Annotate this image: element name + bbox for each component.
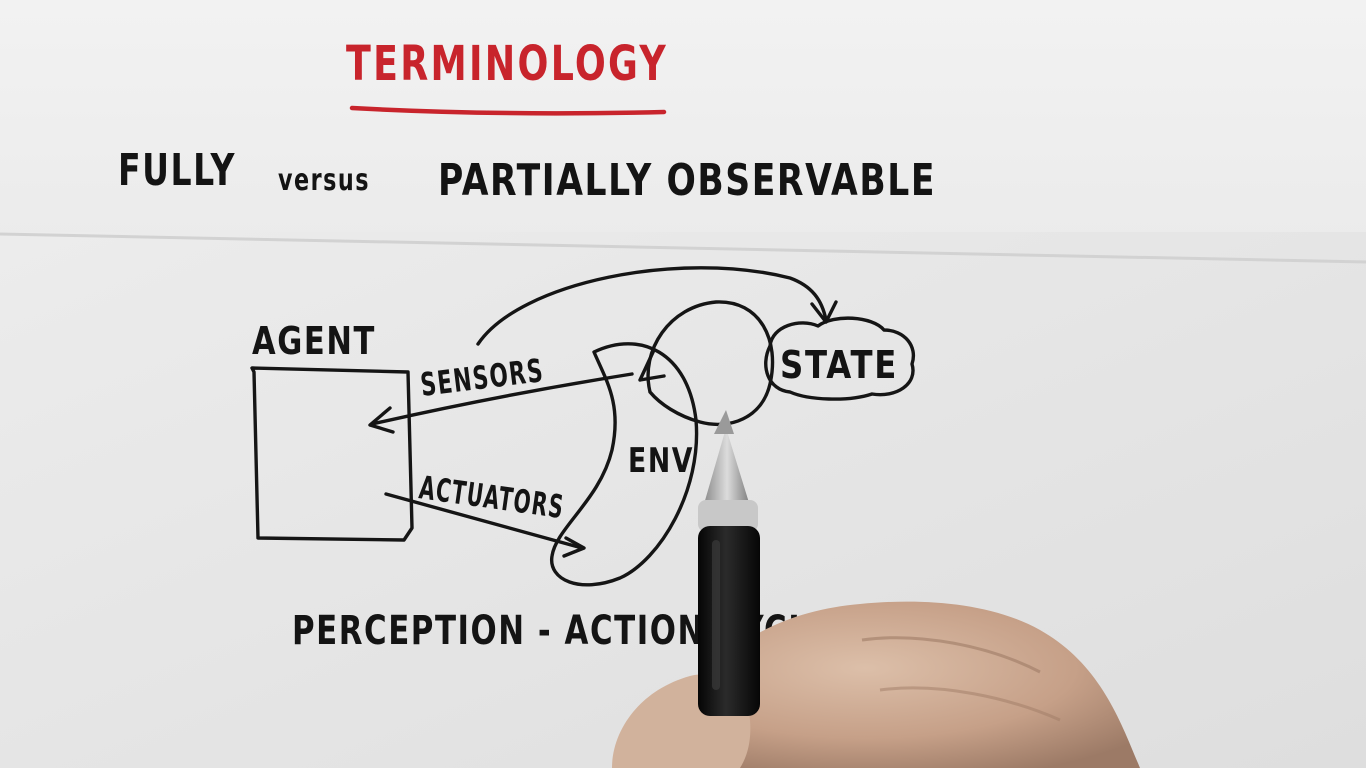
- state-label: STATE: [780, 343, 898, 387]
- env-label: ENV: [628, 441, 694, 481]
- subtitle-fully: FULLY: [118, 145, 236, 196]
- whiteboard-scene: TERMINOLOGY FULLY versus PARTIALLY OBSER…: [0, 0, 1366, 768]
- page-title: TERMINOLOGY: [346, 36, 668, 92]
- subtitle-versus: versus: [278, 163, 370, 198]
- subtitle-partially-observable: PARTIALLY OBSERVABLE: [438, 155, 936, 206]
- agent-label: AGENT: [252, 319, 376, 363]
